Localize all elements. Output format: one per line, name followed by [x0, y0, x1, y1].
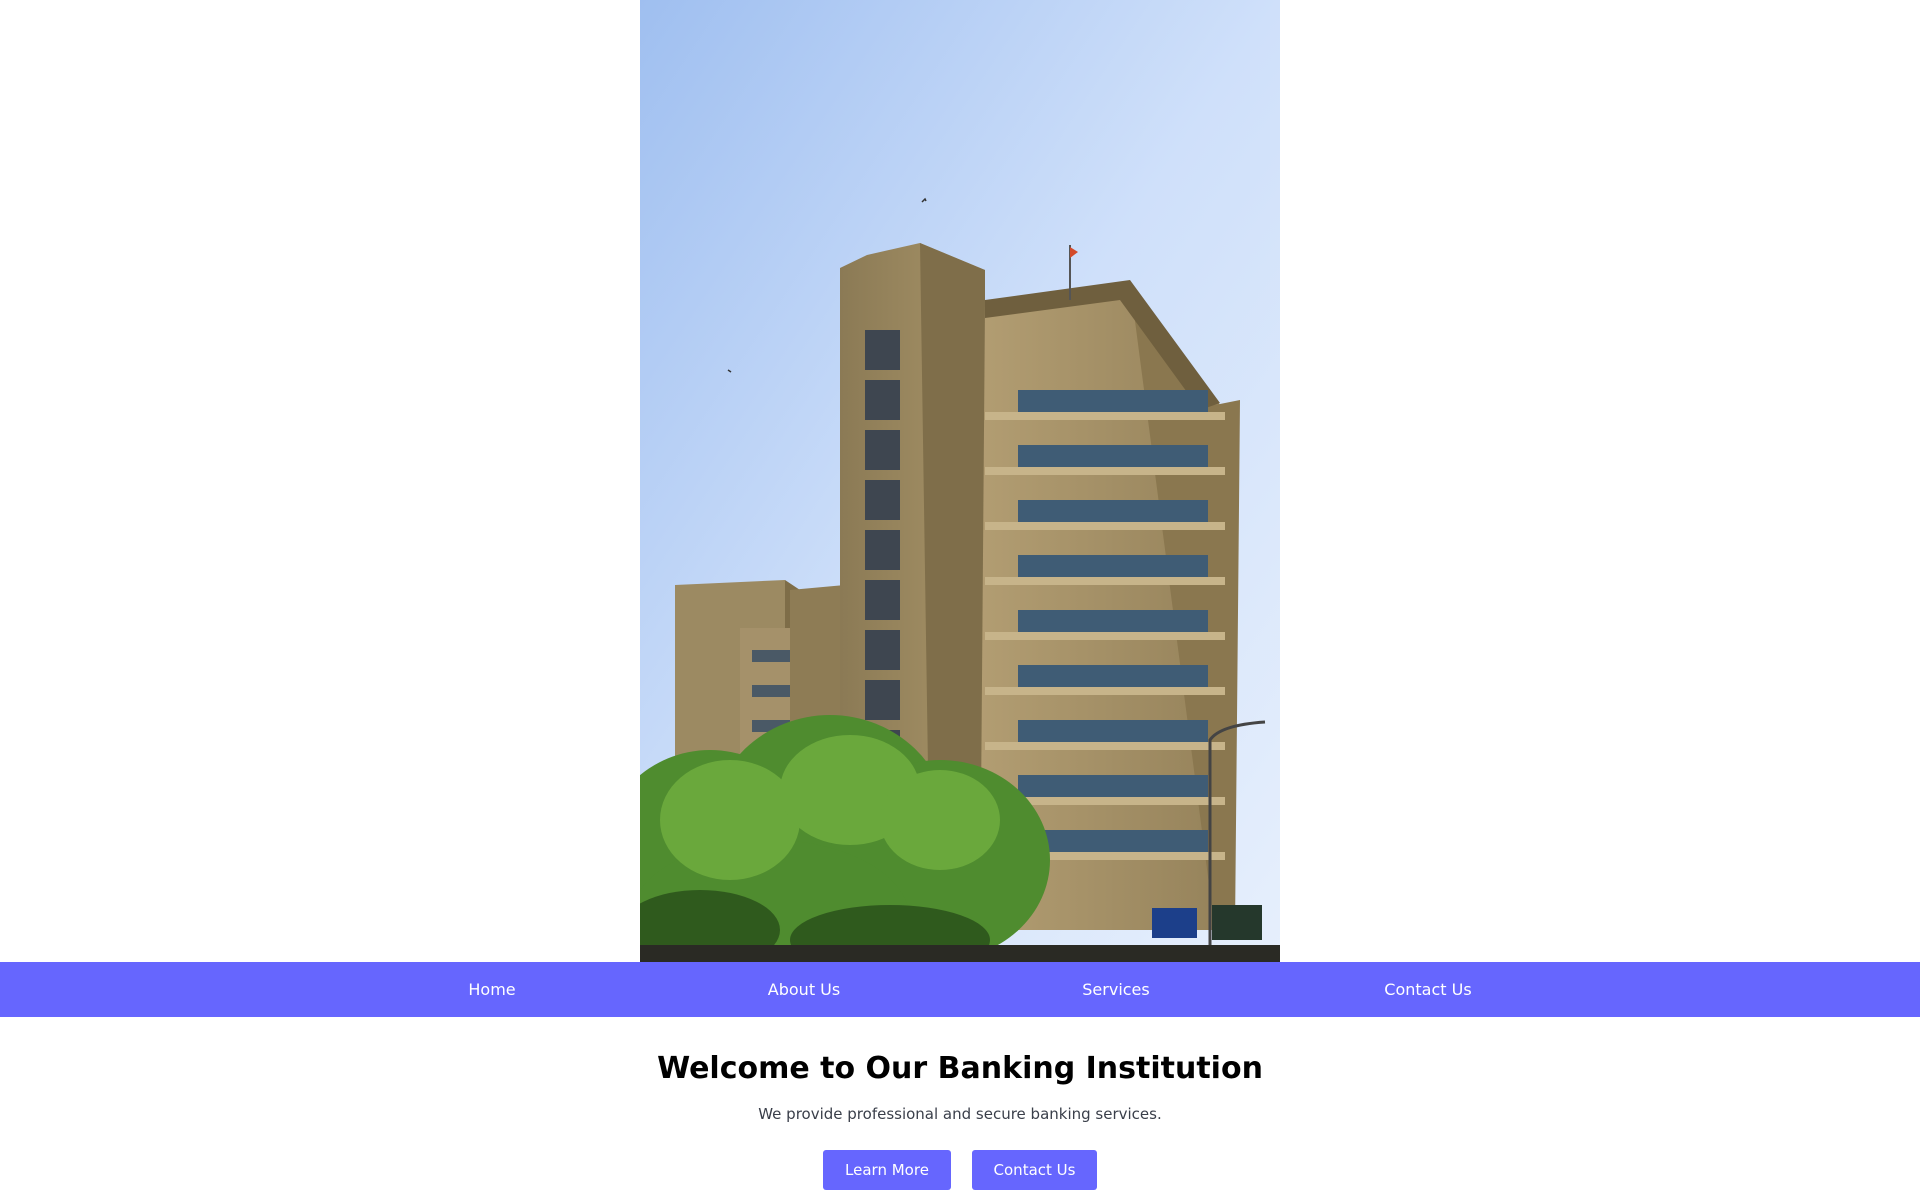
nav-services-link[interactable]: Services	[1082, 962, 1149, 1017]
page-title: Welcome to Our Banking Institution	[657, 1051, 1263, 1086]
nav-home-link[interactable]: Home	[468, 962, 515, 1017]
learn-more-button[interactable]: Learn More	[823, 1150, 951, 1190]
main-navigation: Home About Us Services Contact Us	[0, 962, 1920, 1017]
contact-us-button[interactable]: Contact Us	[972, 1150, 1097, 1190]
nav-contact-link[interactable]: Contact Us	[1384, 962, 1471, 1017]
hero-section	[0, 0, 1920, 962]
page-subtitle: We provide professional and secure banki…	[758, 1105, 1162, 1123]
welcome-section: Welcome to Our Banking Institution We pr…	[0, 1017, 1920, 1190]
hero-building-image	[640, 0, 1280, 962]
nav-about-link[interactable]: About Us	[768, 962, 840, 1017]
